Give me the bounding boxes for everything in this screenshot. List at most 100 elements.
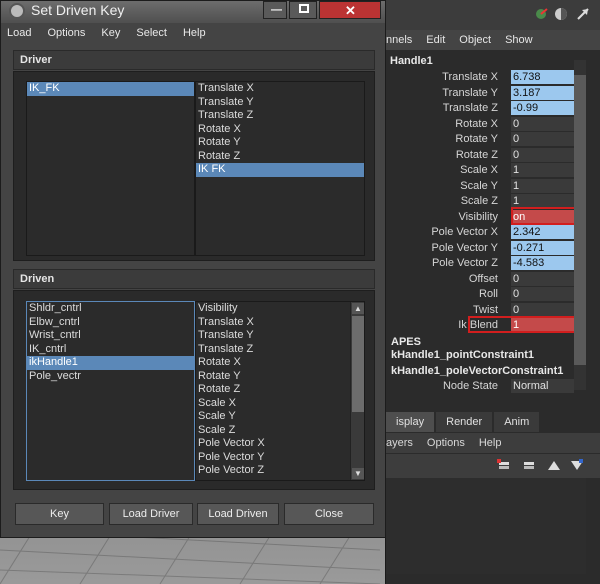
menu-help[interactable]: Help — [183, 27, 206, 39]
channel-label[interactable]: Rotate Z — [456, 149, 498, 161]
driver-attribute-list[interactable]: Translate X Translate Y Translate Z Rotate … — [195, 81, 365, 256]
channel-label[interactable]: Translate X — [442, 71, 498, 83]
arrow-icon[interactable] — [576, 7, 590, 21]
channel-label[interactable]: Rotate Y — [455, 133, 498, 145]
channel-value-field[interactable]: 1 — [511, 194, 574, 208]
menu-object[interactable]: Object — [459, 34, 491, 46]
tab-anim[interactable]: Anim — [494, 412, 540, 432]
minimize-button[interactable]: — — [263, 1, 287, 19]
driven-attribute-item[interactable]: Pole Vector X — [196, 437, 364, 451]
driven-attribute-item[interactable]: Translate Y — [196, 329, 364, 343]
driver-object-item[interactable]: IK_FK — [27, 82, 194, 96]
driven-object-item[interactable]: IK_cntrl — [27, 343, 194, 357]
driven-object-list[interactable]: Shldr_cntrl Elbw_cntrl Wrist_cntrl IK_cntrl… — [26, 301, 195, 481]
driver-attribute-item[interactable]: Translate Y — [196, 96, 364, 110]
channel-label[interactable]: Translate Y — [442, 87, 498, 99]
driven-object-item[interactable]: Pole_vectr — [27, 370, 194, 384]
channel-value-field[interactable]: 0 — [511, 116, 574, 131]
driver-section-header[interactable]: Driver — [13, 50, 375, 70]
channel-value-field[interactable]: 0 — [511, 132, 574, 146]
driven-attribute-item[interactable]: Scale Z — [196, 424, 364, 438]
menu-edit[interactable]: Edit — [426, 34, 445, 46]
channel-value-field[interactable]: 0 — [511, 147, 574, 162]
axis-icon[interactable] — [534, 7, 548, 21]
driven-attribute-item[interactable]: Pole Vector Y — [196, 451, 364, 465]
channel-label[interactable]: Scale Z — [461, 195, 498, 207]
channel-value-field[interactable]: -0.271 — [511, 240, 574, 255]
close-button[interactable]: Close — [284, 503, 374, 525]
driver-attribute-item[interactable]: IK FK — [196, 163, 364, 177]
driven-section-header[interactable]: Driven — [13, 269, 375, 289]
node-state-value[interactable]: Normal — [511, 379, 574, 393]
half-circle-icon[interactable] — [554, 7, 568, 21]
driven-attribute-item[interactable]: Scale Y — [196, 410, 364, 424]
maximize-button[interactable] — [289, 1, 317, 19]
menu-options[interactable]: Options — [47, 27, 85, 39]
channel-value-field[interactable]: 0 — [511, 302, 574, 317]
driven-object-item[interactable]: Elbw_cntrl — [27, 316, 194, 330]
load-driver-button[interactable]: Load Driver — [109, 503, 193, 525]
channel-label[interactable]: Roll — [479, 288, 498, 300]
scroll-up-arrow-icon[interactable]: ▲ — [352, 303, 364, 314]
channel-label[interactable]: Translate Z — [443, 102, 498, 114]
channel-box-object-name[interactable]: Handle1 — [390, 55, 433, 67]
driven-attribute-item[interactable]: Translate X — [196, 316, 364, 330]
driven-attribute-item[interactable]: Pole Vector Z — [196, 464, 364, 478]
driver-object-list[interactable]: IK_FK — [26, 81, 195, 256]
menu-options[interactable]: Options — [427, 437, 465, 449]
load-driven-button[interactable]: Load Driven — [197, 503, 279, 525]
tab-display[interactable]: isplay — [386, 412, 435, 432]
shape-node-point-constraint[interactable]: kHandle1_pointConstraint1 — [391, 349, 534, 361]
driver-attribute-item[interactable]: Rotate X — [196, 123, 364, 137]
channel-label[interactable]: Scale X — [460, 164, 498, 176]
menu-layers[interactable]: ayers — [386, 437, 413, 449]
driver-attribute-item[interactable]: Translate X — [196, 82, 364, 96]
channel-label[interactable]: Scale Y — [460, 180, 498, 192]
driver-attribute-item[interactable]: Rotate Z — [196, 150, 364, 164]
channel-value-field[interactable]: 6.738 — [511, 70, 574, 84]
driver-attribute-item[interactable]: Rotate Y — [196, 136, 364, 150]
scroll-down-arrow-icon[interactable]: ▼ — [352, 468, 364, 479]
channel-label[interactable]: Pole Vector X — [431, 226, 498, 238]
menu-key[interactable]: Key — [101, 27, 120, 39]
move-down-icon[interactable] — [569, 458, 585, 472]
channel-value-field[interactable]: 0 — [511, 271, 574, 286]
close-window-button[interactable]: ✕ — [319, 1, 381, 19]
driven-object-item[interactable]: ikHandle1 — [27, 356, 194, 370]
driven-object-item[interactable]: Shldr_cntrl — [27, 302, 194, 316]
driven-attribute-item[interactable]: Translate Z — [196, 343, 364, 357]
channel-label[interactable]: Pole Vector Y — [432, 242, 498, 254]
driven-object-item[interactable]: Wrist_cntrl — [27, 329, 194, 343]
channel-value-field[interactable]: 1 — [511, 163, 574, 177]
driven-attribute-scroll-thumb[interactable] — [352, 316, 364, 412]
channel-value-field[interactable]: 3.187 — [511, 85, 574, 100]
driver-attribute-item[interactable]: Translate Z — [196, 109, 364, 123]
menu-load[interactable]: Load — [7, 27, 31, 39]
channel-label[interactable]: Visibility — [458, 211, 498, 223]
driven-attribute-item[interactable]: Rotate X — [196, 356, 364, 370]
tab-render[interactable]: Render — [436, 412, 493, 432]
key-button[interactable]: Key — [15, 503, 104, 525]
channel-value-field[interactable]: -0.99 — [511, 101, 574, 115]
menu-show[interactable]: Show — [505, 34, 533, 46]
channel-label[interactable]: Rotate X — [455, 118, 498, 130]
layer-list[interactable] — [386, 478, 586, 574]
channel-value-field[interactable]: -4.583 — [511, 256, 574, 270]
channel-label[interactable]: Pole Vector Z — [432, 257, 498, 269]
new-layer-selected-icon[interactable] — [521, 458, 537, 472]
channel-value-field[interactable]: 0 — [511, 287, 574, 301]
shape-node-pole-vector-constraint[interactable]: kHandle1_poleVectorConstraint1 — [391, 365, 563, 377]
channel-label[interactable]: Offset — [469, 273, 498, 285]
channel-box-scroll-thumb[interactable] — [574, 75, 586, 365]
channel-value-field[interactable]: 2.342 — [511, 225, 574, 239]
menu-channels[interactable]: nnels — [386, 34, 412, 46]
dialog-titlebar[interactable]: Set Driven Key — ✕ — [1, 1, 385, 23]
driven-attribute-list[interactable]: Visibility Translate X Translate Y Translat… — [195, 301, 365, 481]
driven-attribute-item[interactable]: Rotate Y — [196, 370, 364, 384]
menu-help[interactable]: Help — [479, 437, 502, 449]
menu-select[interactable]: Select — [136, 27, 167, 39]
move-up-icon[interactable] — [546, 458, 562, 472]
channel-value-field[interactable]: 1 — [511, 178, 574, 193]
driven-attribute-item[interactable]: Visibility — [196, 302, 364, 316]
driven-attribute-scrollbar[interactable]: ▲ ▼ — [350, 302, 364, 480]
